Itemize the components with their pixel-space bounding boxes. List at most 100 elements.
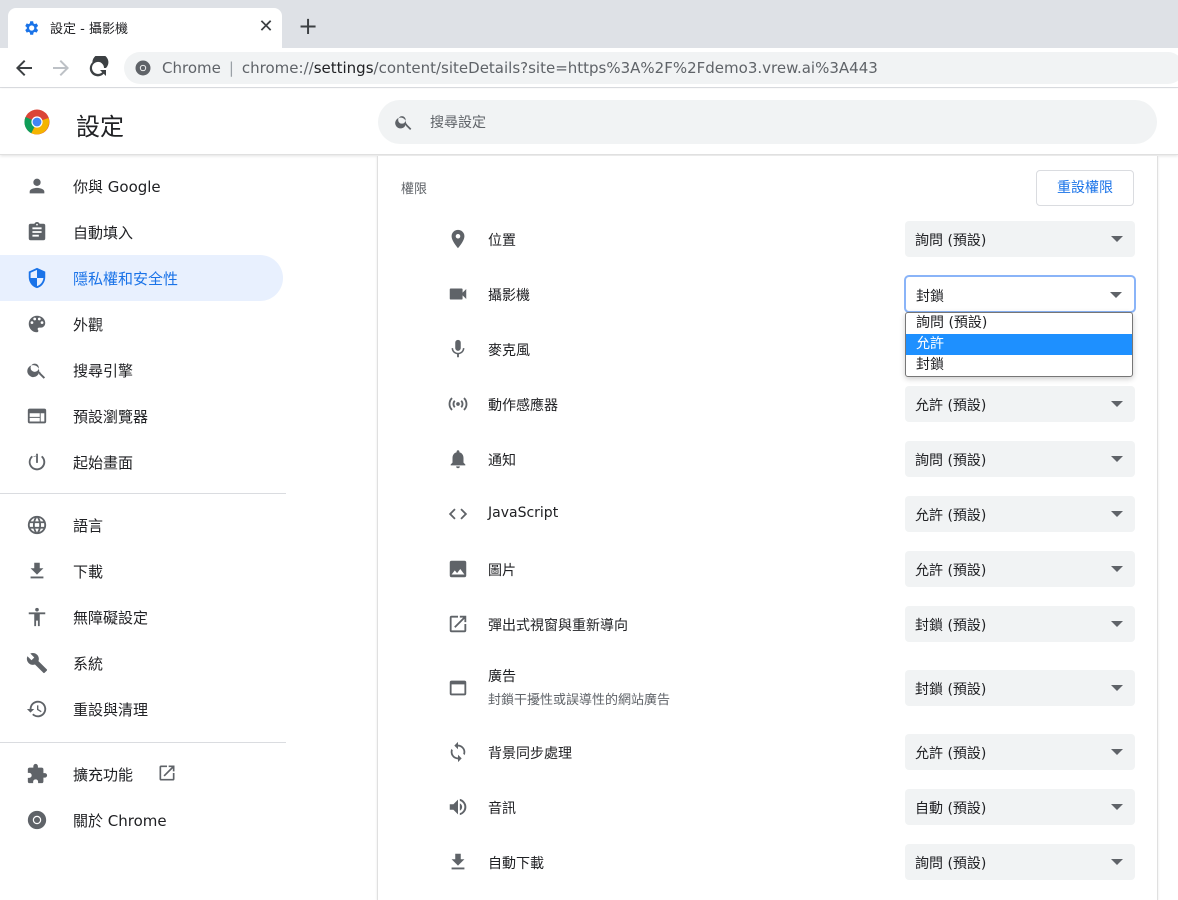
- camera-dropdown-list: 詢問 (預設) 允許 封鎖: [905, 312, 1133, 377]
- sidebar-item-downloads[interactable]: 下載: [0, 548, 283, 594]
- tab-strip: 設定 - 攝影機 ✕ +: [0, 0, 1178, 48]
- download-icon: [451, 853, 465, 870]
- motion-sensors-select[interactable]: 允許 (預設): [905, 386, 1135, 422]
- sidebar-item-on-startup[interactable]: 起始畫面: [0, 439, 283, 485]
- dropdown-option-block[interactable]: 封鎖: [906, 355, 1132, 376]
- sidebar-item-label: 系統: [73, 655, 104, 673]
- sidebar-item-label: 隱私權和安全性: [73, 270, 179, 288]
- browser-icon: [27, 408, 47, 424]
- dropdown-arrow-icon: [1111, 566, 1123, 572]
- sidebar-item-label: 搜尋引擎: [73, 362, 134, 380]
- globe-icon: [27, 515, 47, 535]
- sidebar-item-label: 關於 Chrome: [73, 812, 167, 830]
- permission-label: 廣告: [488, 669, 516, 685]
- close-icon[interactable]: ✕: [256, 17, 276, 37]
- image-icon: [449, 560, 467, 578]
- search-icon: [395, 116, 412, 130]
- background-sync-select[interactable]: 允許 (預設): [905, 734, 1135, 770]
- permission-row-popups: 彈出式視窗與重新導向 封鎖 (預設): [378, 596, 1159, 651]
- dropdown-arrow-icon: [1111, 236, 1123, 242]
- sidebar-item-label: 擴充功能: [73, 766, 134, 784]
- chrome-icon: [27, 810, 47, 830]
- sidebar-item-label: 你與 Google: [73, 178, 161, 196]
- url-text: Chrome | chrome://settings/content/siteDet…: [162, 59, 878, 77]
- location-select[interactable]: 詢問 (預設): [905, 221, 1135, 257]
- dropdown-option-ask[interactable]: 詢問 (預設): [906, 313, 1132, 334]
- permission-label: 位置: [488, 233, 516, 249]
- popups-select[interactable]: 封鎖 (預設): [905, 606, 1135, 642]
- reset-permissions-button[interactable]: 重設權限: [1036, 170, 1134, 206]
- page-title: 設定: [76, 113, 124, 141]
- person-icon: [29, 178, 45, 194]
- search-input[interactable]: 搜尋設定: [378, 100, 1157, 144]
- auto-downloads-select[interactable]: 詢問 (預設): [905, 844, 1135, 880]
- permission-label: 攝影機: [488, 288, 530, 304]
- sidebar-divider: [0, 493, 286, 494]
- tab-settings-camera[interactable]: 設定 - 攝影機 ✕: [8, 8, 282, 48]
- address-bar[interactable]: Chrome | chrome://settings/content/siteDet…: [124, 52, 1178, 84]
- new-tab-button[interactable]: +: [296, 14, 320, 39]
- permission-row-images: 圖片 允許 (預設): [378, 541, 1159, 596]
- javascript-select[interactable]: 允許 (預設): [905, 496, 1135, 532]
- dropdown-option-allow[interactable]: 允許: [906, 334, 1132, 355]
- dropdown-arrow-icon: [1111, 621, 1123, 627]
- open-in-new-icon: [159, 765, 175, 781]
- sidebar-item-reset-cleanup[interactable]: 重設與清理: [0, 686, 283, 732]
- download-icon: [30, 562, 44, 579]
- sidebar-item-languages[interactable]: 語言: [0, 502, 283, 548]
- sidebar-item-search-engine[interactable]: 搜尋引擎: [0, 347, 283, 393]
- sidebar-item-label: 下載: [73, 563, 104, 581]
- sidebar-item-system[interactable]: 系統: [0, 640, 283, 686]
- permission-row-location: 位置 詢問 (預設): [378, 211, 1159, 266]
- code-icon: [448, 508, 468, 520]
- permission-row-javascript: JavaScript 允許 (預設): [378, 486, 1159, 541]
- permission-row-sound: 音訊 自動 (預設): [378, 779, 1159, 834]
- dropdown-arrow-icon: [1111, 685, 1123, 691]
- clipboard-icon: [28, 221, 46, 241]
- volume-icon: [449, 798, 467, 816]
- permissions-card: 權限 重設權限 位置 詢問 (預設) 攝影機 封鎖 麥克風 動作感應器 允許 (…: [377, 156, 1158, 900]
- chrome-icon: [135, 60, 151, 76]
- sync-icon: [450, 741, 466, 763]
- forward-arrow-icon[interactable]: [49, 56, 73, 80]
- sidebar-item-label: 無障礙設定: [73, 609, 149, 627]
- section-title: 權限: [401, 182, 428, 197]
- sidebar-item-label: 語言: [73, 517, 104, 535]
- sidebar-item-extensions[interactable]: 擴充功能: [0, 751, 283, 797]
- back-arrow-icon[interactable]: [12, 56, 36, 80]
- sidebar-item-you-and-google[interactable]: 你與 Google: [0, 163, 283, 209]
- settings-header: 設定 搜尋設定: [0, 89, 1178, 155]
- permission-row-notifications: 通知 詢問 (預設): [378, 431, 1159, 486]
- location-icon: [451, 229, 465, 249]
- permission-label: 通知: [488, 453, 516, 469]
- gear-icon: [25, 21, 39, 35]
- reload-icon[interactable]: [86, 56, 110, 80]
- ads-select[interactable]: 封鎖 (預設): [905, 670, 1135, 706]
- permission-label: 背景同步處理: [488, 746, 572, 762]
- notifications-select[interactable]: 詢問 (預設): [905, 441, 1135, 477]
- sidebar-item-label: 重設與清理: [73, 701, 149, 719]
- mic-icon: [451, 339, 465, 358]
- sidebar-item-autofill[interactable]: 自動填入: [0, 209, 283, 255]
- sidebar-item-label: 自動填入: [73, 224, 134, 242]
- sound-select[interactable]: 自動 (預設): [905, 789, 1135, 825]
- shield-icon: [28, 267, 46, 289]
- sidebar-divider: [0, 742, 286, 743]
- power-icon: [28, 453, 46, 471]
- wrench-icon: [26, 653, 48, 674]
- sensors-icon: [448, 397, 468, 411]
- permission-label: 自動下載: [488, 856, 544, 872]
- images-select[interactable]: 允許 (預設): [905, 551, 1135, 587]
- permission-label: 彈出式視窗與重新導向: [488, 618, 628, 634]
- toolbar: Chrome | chrome://settings/content/siteDet…: [0, 48, 1178, 88]
- sidebar-item-appearance[interactable]: 外觀: [0, 301, 283, 347]
- sidebar-item-accessibility[interactable]: 無障礙設定: [0, 594, 283, 640]
- accessibility-icon: [28, 607, 46, 627]
- puzzle-icon: [27, 763, 48, 784]
- dropdown-arrow-icon: [1111, 749, 1123, 755]
- sidebar-item-privacy-security[interactable]: 隱私權和安全性: [0, 255, 283, 301]
- sidebar-item-about-chrome[interactable]: 關於 Chrome: [0, 797, 283, 843]
- bell-icon: [450, 450, 466, 469]
- camera-select[interactable]: 封鎖: [905, 276, 1135, 312]
- sidebar-item-default-browser[interactable]: 預設瀏覽器: [0, 393, 283, 439]
